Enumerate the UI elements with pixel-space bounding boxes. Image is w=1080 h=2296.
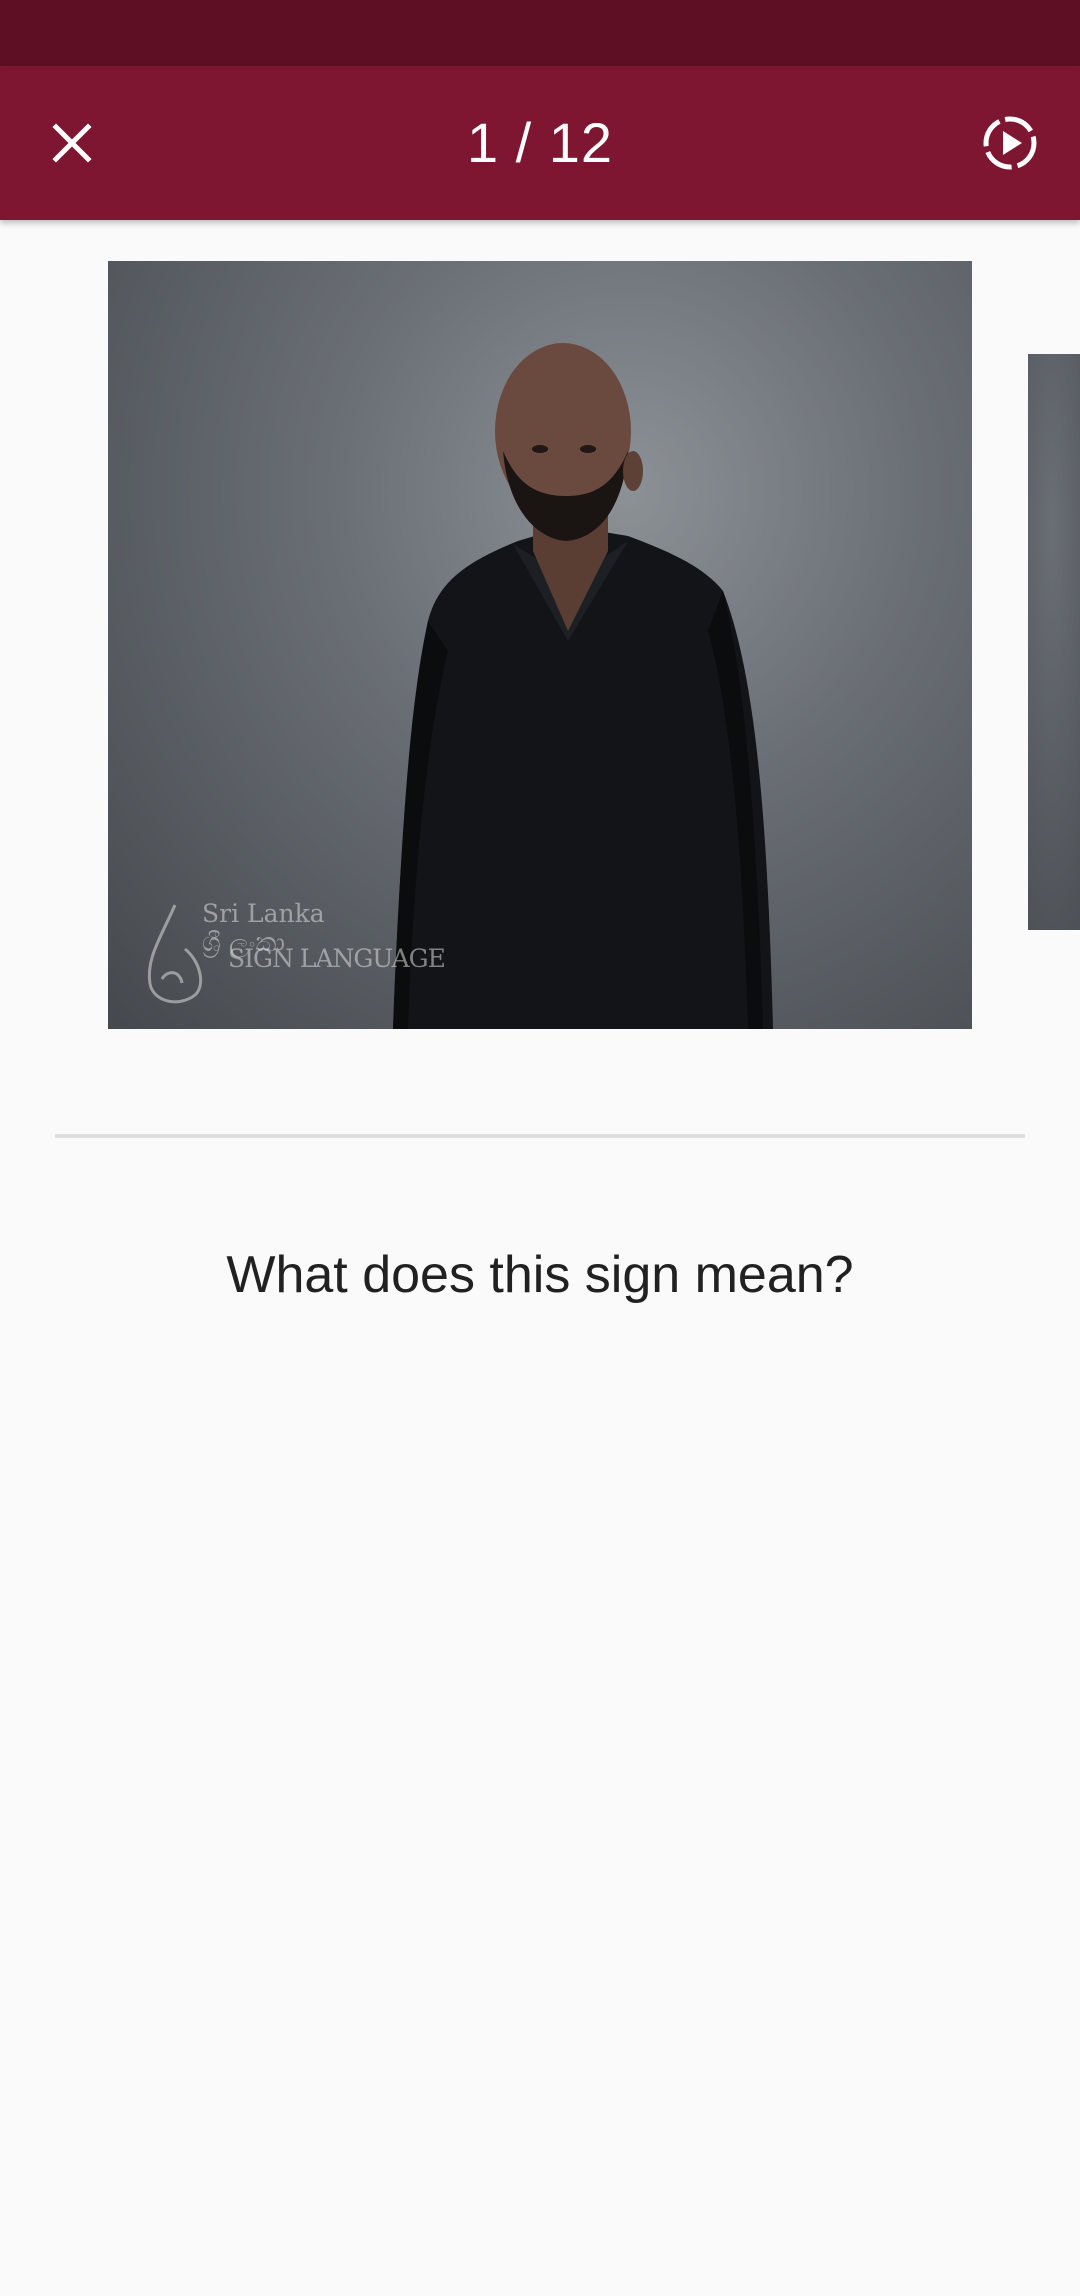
autoplay-button[interactable] — [970, 103, 1050, 183]
status-bar — [0, 0, 1080, 66]
watermark-line2: SIGN LANGUAGE — [228, 944, 446, 973]
video-carousel[interactable]: Sri Lanka ශ්‍රී ලංකා SIGN LANGUAGE — [0, 220, 1080, 1060]
play-circle-dashed-icon — [983, 116, 1037, 170]
divider — [55, 1134, 1025, 1138]
sign-video[interactable]: Sri Lanka ශ්‍රී ලංකා SIGN LANGUAGE — [108, 261, 972, 1029]
question-progress: 1 / 12 — [466, 111, 614, 174]
app-bar: 1 / 12 — [0, 66, 1080, 220]
sri-lanka-sign-language-logo: Sri Lanka ශ්‍රී ලංකා SIGN LANGUAGE — [140, 899, 446, 1004]
watermark-line1: Sri Lanka — [202, 899, 325, 928]
teardrop-emblem-icon — [147, 904, 203, 1004]
next-video-preview[interactable] — [1028, 354, 1080, 930]
question-text: What does this sign mean? — [226, 1246, 854, 1304]
